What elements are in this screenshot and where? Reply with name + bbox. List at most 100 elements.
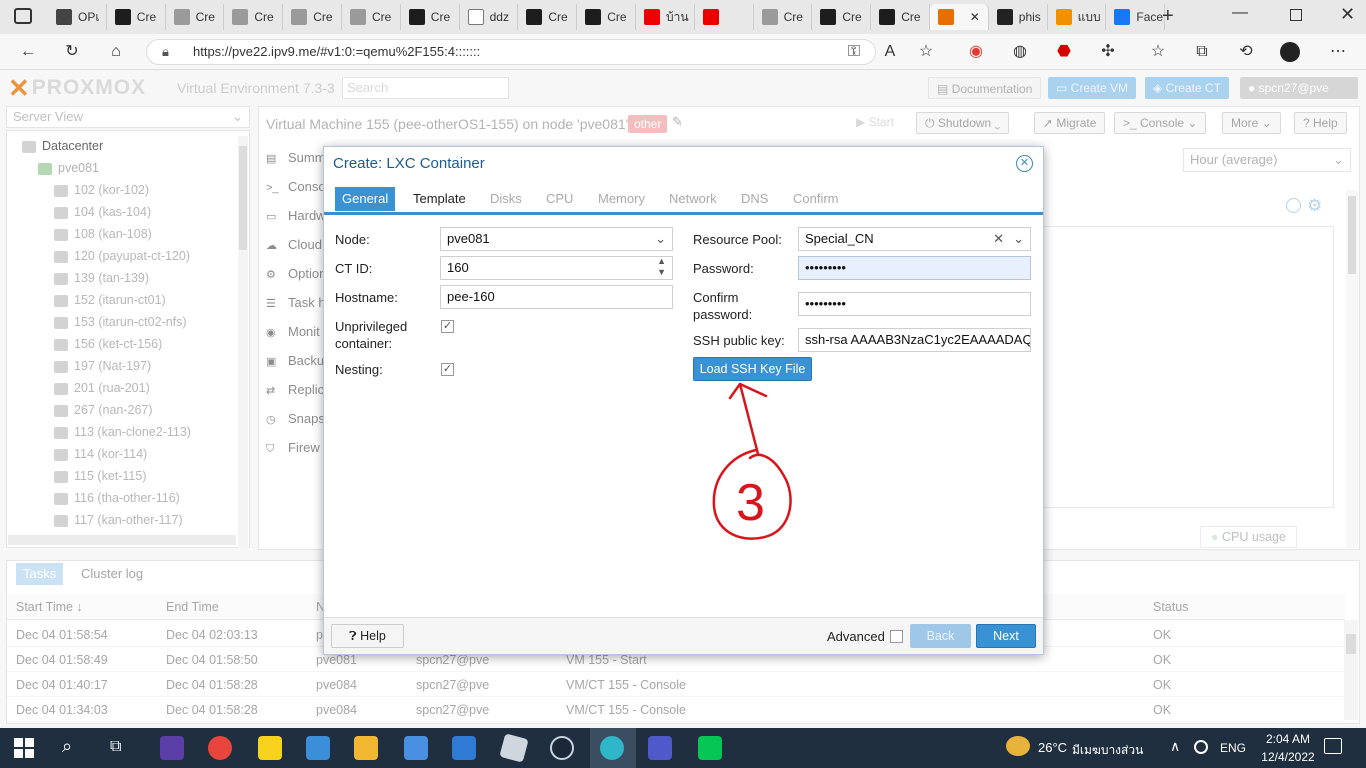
dialog-tab-cpu[interactable]: CPU (539, 187, 580, 211)
tab-favicon-icon (408, 9, 425, 25)
hostname-input[interactable]: pee-160 (440, 285, 673, 309)
collections-icon[interactable]: ⧉ (1190, 40, 1214, 64)
browser-tab[interactable]: Cre (401, 4, 460, 30)
app-window-icon[interactable] (306, 736, 330, 760)
back-icon[interactable]: ← (16, 40, 40, 64)
start-icon[interactable] (14, 738, 34, 758)
browser-tab[interactable]: ✕ (930, 4, 989, 30)
close-window-icon[interactable]: ✕ (1340, 4, 1355, 25)
notifications-icon[interactable] (1324, 738, 1342, 754)
dialog-tab-confirm[interactable]: Confirm (786, 187, 846, 211)
tab-favicon-icon (232, 9, 249, 25)
history-icon[interactable]: ⟲ (1234, 40, 1258, 64)
browser-tab[interactable]: Cre (812, 4, 872, 30)
line-icon[interactable] (698, 736, 722, 760)
dialog-help-button[interactable]: ❓︎ Help (331, 624, 404, 648)
app-tool-icon[interactable] (160, 736, 184, 760)
store-icon[interactable] (404, 736, 428, 760)
browser-tab[interactable]: Cre (577, 4, 636, 30)
next-button[interactable]: Next (976, 624, 1036, 648)
node-select[interactable]: pve081 ⌄ (440, 227, 673, 251)
minimize-icon[interactable]: — (1232, 4, 1248, 22)
add-favorite-icon[interactable]: ☆ (914, 40, 938, 64)
search-icon[interactable]: ⌕ (62, 736, 72, 757)
settings-more-icon[interactable]: ⋯ (1326, 40, 1350, 64)
chevron-down-icon: ⌄ (655, 231, 666, 246)
task-view-icon[interactable]: ⧉ (110, 738, 121, 756)
read-aloud-icon[interactable]: A (878, 40, 902, 64)
dialog-close-icon[interactable]: ✕ (1016, 155, 1033, 172)
browser-tab[interactable]: ddz (460, 4, 519, 30)
favorites-icon[interactable]: ☆ (1146, 40, 1170, 64)
maximize-icon[interactable] (1290, 9, 1302, 21)
browser-tab[interactable]: แบบ (1048, 4, 1107, 30)
tray-status-icon[interactable] (1194, 740, 1208, 754)
ssh-key-input[interactable]: ssh-rsa AAAAB3NzaC1yc2EAAAADAQ (798, 328, 1031, 352)
dialog-title: Create: LXC Container (333, 155, 485, 172)
dialog-tab-memory[interactable]: Memory (591, 187, 652, 211)
url-input[interactable]: https://pve22.ipv9.me/#v1:0:=qemu%2F155:… (146, 39, 876, 65)
confirm-password-input[interactable]: ••••••••• (798, 292, 1031, 316)
browser-tab[interactable]: Cre (871, 4, 930, 30)
browser-tab[interactable]: บ้าน (636, 4, 695, 30)
clock-date[interactable]: 12/4/2022 (1258, 750, 1318, 764)
chrome-icon[interactable] (208, 736, 232, 760)
browser-tab[interactable]: Cre (107, 4, 166, 30)
browser-tab[interactable]: Cre (283, 4, 342, 30)
browser-tab[interactable]: Cre (224, 4, 284, 30)
confirm-password-label: Confirm password: (693, 290, 753, 322)
refresh-icon[interactable]: ↻ (60, 40, 84, 64)
unprivileged-checkbox[interactable]: ✓ (441, 320, 454, 333)
browser-tab[interactable] (695, 4, 754, 30)
advanced-checkbox[interactable] (890, 630, 903, 643)
tab-favicon-icon (467, 9, 484, 25)
ctid-stepper[interactable]: 160 ▲ ▼ (440, 256, 673, 280)
adblock-icon[interactable]: ⬣ (1052, 40, 1076, 64)
file-explorer-icon[interactable] (354, 736, 378, 760)
back-button[interactable]: Back (910, 624, 971, 648)
extensions-icon[interactable]: ✣ (1096, 40, 1120, 64)
key-icon[interactable]: ⚿ (842, 40, 866, 64)
nesting-checkbox[interactable]: ✓ (441, 363, 454, 376)
tab-close-icon[interactable]: ✕ (970, 10, 980, 24)
teams-icon[interactable] (648, 736, 672, 760)
resource-pool-select[interactable]: Special_CN ✕ ⌄ (798, 227, 1031, 251)
tab-label: OPเ (78, 9, 100, 24)
tab-label: Cre (783, 10, 803, 24)
extension-record-icon[interactable]: ◉ (964, 40, 988, 64)
annotation-drawing: 3 (712, 382, 792, 540)
tray-chevron-up-icon[interactable]: ∧ (1170, 738, 1180, 755)
browser-tab[interactable]: phis (989, 4, 1048, 30)
weather-text[interactable]: มีเมฆบางส่วน (1072, 741, 1143, 760)
weather-temp[interactable]: 26°C (1038, 740, 1067, 755)
steam-icon[interactable] (550, 736, 574, 760)
browser-tab[interactable]: Face (1106, 4, 1166, 30)
extension-icon[interactable]: ◍ (1008, 40, 1032, 64)
dialog-tab-disks[interactable]: Disks (483, 187, 529, 211)
clock-time[interactable]: 2:04 AM (1260, 732, 1316, 746)
edge-icon[interactable] (600, 736, 624, 760)
dialog-tab-general[interactable]: General (335, 187, 396, 211)
lock-icon: 🔒︎ (162, 44, 169, 59)
browser-tab[interactable]: OPเ (48, 4, 107, 30)
ssh-key-label: SSH public key: (693, 333, 785, 348)
browser-tab[interactable]: Cre (518, 4, 578, 30)
dialog-tab-network[interactable]: Network (662, 187, 724, 211)
password-input[interactable]: ••••••••• (798, 256, 1031, 280)
mail-icon[interactable] (452, 736, 476, 760)
dialog-tab-template[interactable]: Template (406, 187, 473, 211)
browser-tab[interactable]: Cre (342, 4, 401, 30)
tab-actions-icon[interactable] (14, 8, 32, 24)
browser-tab[interactable]: Cre (754, 4, 813, 30)
sticky-notes-icon[interactable] (258, 736, 282, 760)
tab-favicon-icon (1055, 9, 1072, 25)
browser-tab[interactable]: Cre (166, 4, 225, 30)
language-indicator[interactable]: ENG (1220, 741, 1246, 755)
clear-icon[interactable]: ✕ (993, 228, 1004, 250)
weather-icon[interactable] (1006, 736, 1030, 756)
spinner-icon[interactable]: ▲ ▼ (657, 257, 666, 278)
dialog-tab-dns[interactable]: DNS (734, 187, 775, 211)
home-icon[interactable]: ⌂ (104, 40, 128, 64)
new-tab-button[interactable]: + (1162, 5, 1174, 28)
profile-avatar[interactable] (1280, 42, 1300, 62)
